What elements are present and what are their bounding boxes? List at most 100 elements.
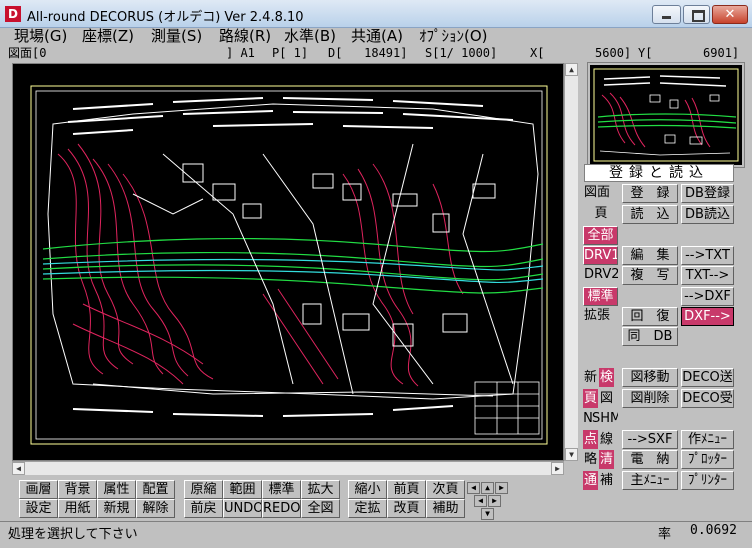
next-page-button[interactable]: 次頁 xyxy=(426,480,465,499)
export-sxf-button[interactable]: -->SXF xyxy=(622,430,678,449)
release-button[interactable]: 解除 xyxy=(136,499,175,518)
load-button[interactable]: 読 込 xyxy=(622,205,678,224)
register-button[interactable]: 登 録 xyxy=(622,184,678,203)
delete-drawing-button[interactable]: 図削除 xyxy=(622,389,678,408)
side-button-zumen[interactable]: 図面 xyxy=(583,184,618,203)
export-dxf-button[interactable]: -->DXF xyxy=(681,287,734,306)
redo-button[interactable]: REDO xyxy=(262,499,301,518)
menu-sokuryo[interactable]: 測量(S) xyxy=(151,28,202,45)
scroll-down-arrow-icon[interactable]: ▼ xyxy=(565,448,578,461)
pan-up-left-icon[interactable]: ◀ xyxy=(467,482,480,494)
mini-new[interactable]: 新 xyxy=(583,368,598,387)
import-dxf-button[interactable]: DXF--> xyxy=(681,307,734,326)
horizontal-scrollbar[interactable]: ◀ ▶ xyxy=(12,461,564,475)
mini-shm[interactable]: SHM xyxy=(592,409,618,428)
menu-zahyo[interactable]: 座標(Z) xyxy=(82,28,134,45)
scroll-right-arrow-icon[interactable]: ▶ xyxy=(551,462,564,475)
vertical-scrollbar[interactable]: ▲ ▼ xyxy=(564,63,578,461)
mini-clean[interactable]: 清 xyxy=(599,450,614,469)
import-txt-button[interactable]: TXT--> xyxy=(681,266,734,285)
restore-button[interactable]: 回 復 xyxy=(622,307,678,326)
mini-search[interactable]: 検 xyxy=(599,368,614,387)
label-rows xyxy=(67,97,514,135)
drawing-field: 図面[0 xyxy=(8,46,47,60)
page-field: P[ 1] xyxy=(272,46,309,60)
pan-down-icon[interactable]: ▼ xyxy=(481,508,494,520)
drawing-menu-button[interactable]: 作ﾒﾆｭｰ xyxy=(681,430,734,449)
prev-page-button[interactable]: 前頁 xyxy=(387,480,426,499)
settings-button[interactable]: 設定 xyxy=(19,499,58,518)
menu-genba[interactable]: 現場(G) xyxy=(14,28,67,45)
side-button-extend[interactable]: 拡張 xyxy=(583,307,618,326)
layout-button[interactable]: 配置 xyxy=(136,480,175,499)
minimize-icon xyxy=(662,16,671,19)
contour-lines-left xyxy=(57,143,214,385)
pan-left-icon[interactable]: ◀ xyxy=(474,495,487,507)
side-button-all[interactable]: 全部 xyxy=(583,226,618,245)
edit-button[interactable]: 編 集 xyxy=(622,246,678,265)
same-db-button[interactable]: 同 DB xyxy=(622,327,678,346)
mini-line[interactable]: 線 xyxy=(599,430,614,449)
new-button[interactable]: 新規 xyxy=(97,499,136,518)
copy-button[interactable]: 複 写 xyxy=(622,266,678,285)
mini-abbr[interactable]: 略 xyxy=(583,450,598,469)
zoom-in-button[interactable]: 拡大 xyxy=(301,480,340,499)
side-button-drv2[interactable]: DRV2 xyxy=(583,266,618,285)
deco-receive-button[interactable]: DECO受 xyxy=(681,389,734,408)
scroll-left-arrow-icon[interactable]: ◀ xyxy=(12,462,25,475)
deco-send-button[interactable]: DECO送 xyxy=(681,368,734,387)
paper-button[interactable]: 用紙 xyxy=(58,499,97,518)
pan-right-icon[interactable]: ▶ xyxy=(488,495,501,507)
background-button[interactable]: 背景 xyxy=(58,480,97,499)
attribute-button[interactable]: 属性 xyxy=(97,480,136,499)
range-button[interactable]: 範囲 xyxy=(223,480,262,499)
electronic-delivery-button[interactable]: 電 納 xyxy=(622,450,678,469)
close-button[interactable]: ✕ xyxy=(712,5,748,24)
pan-up-icon[interactable]: ▲ xyxy=(481,482,494,494)
menu-option[interactable]: ｵﾌﾟｼｮﾝ(O) xyxy=(419,28,488,45)
standard-view-button[interactable]: 標準 xyxy=(262,480,301,499)
auxiliary-button[interactable]: 補助 xyxy=(426,499,465,518)
y-coordinate: Y[ 6901] xyxy=(638,46,740,60)
move-drawing-button[interactable]: 図移動 xyxy=(622,368,678,387)
mini-common[interactable]: 通 xyxy=(583,471,598,490)
side-button-page[interactable]: 頁 xyxy=(583,205,618,224)
fixed-zoom-button[interactable]: 定拡 xyxy=(348,499,387,518)
export-txt-button[interactable]: -->TXT xyxy=(681,246,734,265)
bottom-label-rows xyxy=(72,405,454,417)
zoom-out-button[interactable]: 縮小 xyxy=(348,480,387,499)
minimize-button[interactable] xyxy=(652,5,681,24)
panel-header: 登録と読込 xyxy=(584,164,734,182)
db-load-button[interactable]: DB読込 xyxy=(681,205,734,224)
title-bar: D All-round DECORUS (オルデコ) Ver 2.4.8.10 … xyxy=(0,0,752,28)
drawing-canvas[interactable] xyxy=(12,63,564,461)
side-button-standard[interactable]: 標準 xyxy=(583,287,618,306)
side-button-drv1[interactable]: DRV1 xyxy=(583,246,618,265)
menu-kyotsu[interactable]: 共通(A) xyxy=(351,28,403,45)
printer-button[interactable]: ﾌﾟﾘﾝﾀｰ xyxy=(681,471,734,490)
mini-page[interactable]: 頁 xyxy=(583,389,598,408)
overview-thumbnail[interactable] xyxy=(587,62,745,168)
layer-button[interactable]: 画層 xyxy=(19,480,58,499)
contour-lines-right xyxy=(262,163,464,387)
maximize-button[interactable] xyxy=(683,5,710,24)
db-register-button[interactable]: DB登録 xyxy=(681,184,734,203)
menu-suijun[interactable]: 水準(B) xyxy=(284,28,336,45)
mini-figure[interactable]: 図 xyxy=(599,389,614,408)
previous-view-button[interactable]: 前戻 xyxy=(184,499,223,518)
mini-aux[interactable]: 補 xyxy=(599,471,614,490)
page-break-button[interactable]: 改頁 xyxy=(387,499,426,518)
original-scale-button[interactable]: 原縮 xyxy=(184,480,223,499)
full-view-button[interactable]: 全図 xyxy=(301,499,340,518)
menu-rosen[interactable]: 路線(R) xyxy=(219,28,271,45)
sheet-frame xyxy=(30,85,548,445)
scroll-up-arrow-icon[interactable]: ▲ xyxy=(565,63,578,76)
main-menu-button[interactable]: 主ﾒﾆｭｰ xyxy=(622,471,678,490)
undo-button[interactable]: UNDO xyxy=(223,499,262,518)
drawing-status-line: 図面[0 ] A1 P[ 1] D[ 18491] S[1/ 1000] X[ … xyxy=(8,46,748,61)
mini-point[interactable]: 点 xyxy=(583,430,598,449)
legend-table xyxy=(474,381,540,435)
thumbnail-drawing xyxy=(593,68,739,162)
plotter-button[interactable]: ﾌﾟﾛｯﾀｰ xyxy=(681,450,734,469)
pan-up-right-icon[interactable]: ▶ xyxy=(495,482,508,494)
